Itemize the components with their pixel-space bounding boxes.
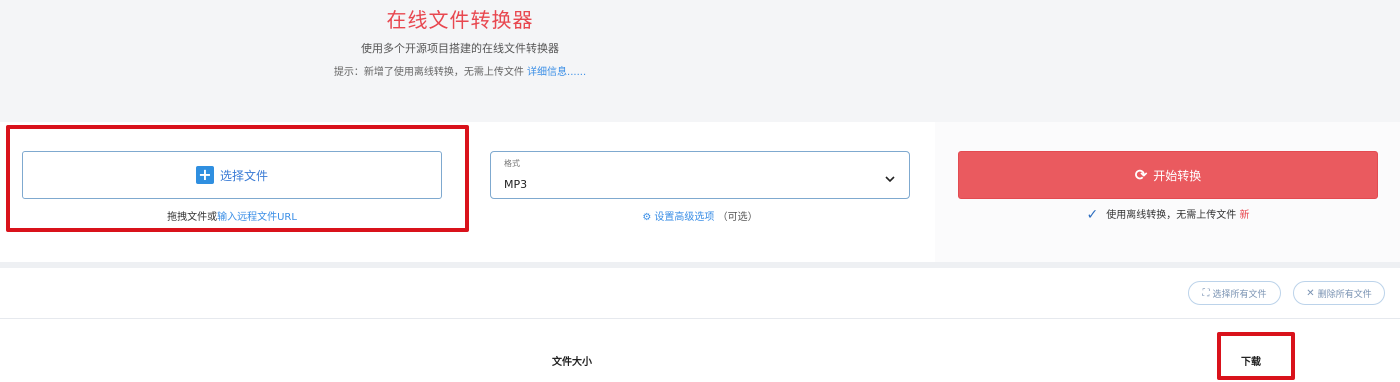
format-value: MP3 — [504, 178, 528, 191]
offline-convert-option[interactable]: ✓ 使用离线转换，无需上传文件 新 — [958, 206, 1378, 223]
notice-details-link[interactable]: 详细信息...... — [527, 67, 586, 78]
check-icon[interactable]: ✓ — [1087, 207, 1099, 223]
download-highlight — [1217, 332, 1295, 380]
advanced-options-link[interactable]: 设置高级选项 — [654, 212, 714, 223]
gear-icon: ⚙ — [642, 212, 652, 223]
upload-hint: 拖拽文件或输入远程文件URL — [22, 208, 442, 223]
select-all-files-button[interactable]: ⛶ 选择所有文件 — [1188, 281, 1281, 305]
advanced-options: ⚙ 设置高级选项 （可选） — [490, 208, 910, 223]
plus-icon: + — [195, 166, 214, 184]
table-header-border — [0, 318, 1400, 319]
notice: 提示：新增了使用离线转换，无需上传文件 详细信息...... — [0, 63, 920, 78]
new-badge: 新 — [1239, 210, 1250, 221]
drag-hint-text: 拖拽文件或 — [167, 212, 218, 223]
choose-file-label: 选择文件 — [219, 168, 268, 183]
close-icon: ✕ — [1306, 287, 1315, 299]
remote-url-link[interactable]: 输入远程文件URL — [217, 212, 297, 223]
delete-all-files-button[interactable]: ✕ 删除所有文件 — [1293, 281, 1385, 305]
select-all-label: 选择所有文件 — [1212, 289, 1267, 300]
advanced-optional-label: （可选） — [717, 212, 758, 223]
delete-all-label: 删除所有文件 — [1317, 289, 1372, 300]
format-select[interactable]: 格式 MP3 — [490, 151, 910, 199]
expand-icon: ⛶ — [1202, 287, 1210, 299]
page-title: 在线文件转换器 — [386, 8, 534, 32]
offline-convert-text: 使用离线转换，无需上传文件 — [1106, 210, 1240, 221]
column-header-size: 文件大小 — [552, 357, 592, 368]
start-convert-label: 开始转换 — [1153, 168, 1202, 183]
refresh-icon: ⟳ — [1134, 166, 1148, 184]
choose-file-button[interactable]: + 选择文件 — [22, 151, 442, 199]
section-divider — [0, 262, 1400, 268]
page-subtitle: 使用多个开源项目搭建的在线文件转换器 — [361, 42, 559, 55]
notice-text: 提示：新增了使用离线转换，无需上传文件 — [333, 67, 528, 78]
chevron-down-icon — [885, 176, 895, 183]
page-header: 在线文件转换器 使用多个开源项目搭建的在线文件转换器 提示：新增了使用离线转换，… — [0, 0, 1400, 122]
start-convert-button[interactable]: ⟳ 开始转换 — [958, 151, 1378, 199]
format-caption: 格式 — [504, 159, 520, 168]
